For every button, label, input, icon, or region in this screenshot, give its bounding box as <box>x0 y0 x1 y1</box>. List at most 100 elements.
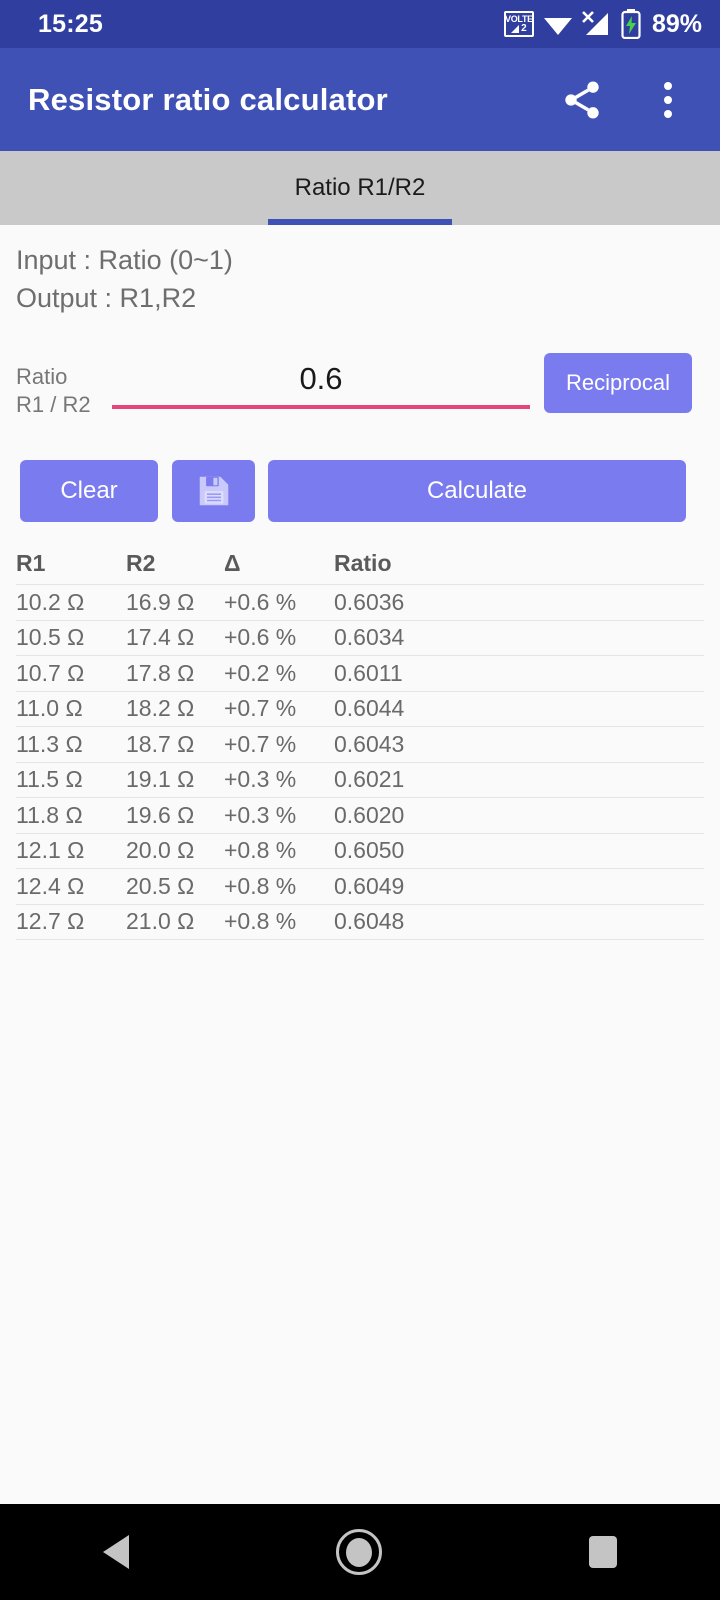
cell-r2: 18.7 Ω <box>126 730 195 757</box>
cell-delta: +0.8 % <box>224 837 297 864</box>
cell-delta: +0.8 % <box>224 908 297 935</box>
cell-delta: +0.3 % <box>224 801 297 828</box>
page-title: Resistor ratio calculator <box>28 81 388 117</box>
cell-r2: 20.5 Ω <box>126 872 195 899</box>
cell-delta: +0.8 % <box>224 872 297 899</box>
home-circle-icon[interactable] <box>335 1529 382 1575</box>
tab-label: Ratio R1/R2 <box>294 174 426 201</box>
signal-bars-mini-icon <box>511 24 520 33</box>
table-row: 11.0 Ω 18.2 Ω +0.7 % 0.6044 <box>16 692 704 727</box>
header-ratio: Ratio <box>334 550 392 576</box>
cell-delta: +0.7 % <box>224 730 297 757</box>
cell-ratio: 0.6043 <box>334 730 405 757</box>
cell-r1: 11.0 Ω <box>16 695 83 722</box>
overflow-menu-icon <box>664 81 672 118</box>
ratio-input-wrapper <box>112 353 530 409</box>
clear-button[interactable]: Clear <box>20 460 158 522</box>
cell-ratio: 0.6034 <box>334 624 405 651</box>
cell-r2: 16.9 Ω <box>126 588 195 615</box>
action-button-row: Clear Calculate <box>20 460 700 522</box>
android-navigation-bar <box>0 1504 720 1600</box>
save-floppy-icon <box>199 476 228 506</box>
results-table: R1 R2 Δ Ratio 10.2 Ω 16.9 Ω +0.6 % 0.6036 10… <box>16 543 704 940</box>
header-delta: Δ <box>224 550 241 576</box>
cell-r1: 11.3 Ω <box>16 730 83 757</box>
table-row: 11.8 Ω 19.6 Ω +0.3 % 0.6020 <box>16 798 704 834</box>
cell-delta: +0.2 % <box>224 659 297 686</box>
cell-r1: 12.7 Ω <box>16 908 85 935</box>
cell-r2: 19.1 Ω <box>126 766 195 793</box>
header-r2: R2 <box>126 550 156 576</box>
cell-r2: 17.4 Ω <box>126 624 195 651</box>
cell-ratio: 0.6011 <box>334 659 403 686</box>
calculate-button[interactable]: Calculate <box>268 460 686 522</box>
ratio-input[interactable] <box>112 353 530 409</box>
cell-r2: 21.0 Ω <box>126 908 195 935</box>
cell-ratio: 0.6044 <box>334 695 405 722</box>
cell-r1: 10.7 Ω <box>16 659 85 686</box>
status-bar: 15:25 VOLTE 2 89% <box>0 0 720 48</box>
cell-ratio: 0.6049 <box>334 872 405 899</box>
cell-r1: 10.2 Ω <box>16 588 85 615</box>
app-screen: 15:25 VOLTE 2 89% Resistor ratio calcula… <box>0 0 720 1600</box>
table-row: 11.3 Ω 18.7 Ω +0.7 % 0.6043 <box>16 727 704 763</box>
share-icon <box>565 80 599 119</box>
battery-percentage: 89% <box>651 9 702 38</box>
tab-ratio-r1-r2[interactable]: Ratio R1/R2 <box>268 151 452 225</box>
cell-r2: 19.6 Ω <box>126 801 195 828</box>
table-header-row: R1 R2 Δ Ratio <box>16 543 704 585</box>
input-description: Input : Ratio (0~1) <box>16 245 233 275</box>
cell-ratio: 0.6020 <box>334 801 405 828</box>
cell-delta: +0.3 % <box>224 766 297 793</box>
main-content: Input : Ratio (0~1) Output : R1,R2 Ratio… <box>0 225 720 1600</box>
cell-ratio: 0.6036 <box>334 588 405 615</box>
recents-square-icon[interactable] <box>588 1536 617 1568</box>
cell-r1: 11.5 Ω <box>16 766 83 793</box>
wifi-icon <box>543 18 572 35</box>
share-button[interactable] <box>554 72 610 128</box>
cell-r1: 12.4 Ω <box>16 872 85 899</box>
cell-delta: +0.6 % <box>224 624 297 651</box>
table-row: 11.5 Ω 19.1 Ω +0.3 % 0.6021 <box>16 763 704 798</box>
cell-r2: 18.2 Ω <box>126 695 195 722</box>
status-clock: 15:25 <box>38 9 103 38</box>
status-indicators: VOLTE 2 89% <box>503 9 702 39</box>
volte-icon: VOLTE 2 <box>503 11 534 37</box>
cell-r1: 12.1 Ω <box>16 837 85 864</box>
back-triangle-icon[interactable] <box>103 1535 130 1569</box>
reciprocal-button[interactable]: Reciprocal <box>544 353 692 413</box>
table-row: 12.1 Ω 20.0 Ω +0.8 % 0.6050 <box>16 834 704 869</box>
table-row: 12.7 Ω 21.0 Ω +0.8 % 0.6048 <box>16 905 704 940</box>
input-underline <box>112 405 530 409</box>
table-row: 10.7 Ω 17.8 Ω +0.2 % 0.6011 <box>16 656 704 692</box>
cell-ratio: 0.6050 <box>334 837 405 864</box>
cell-delta: +0.6 % <box>224 588 297 615</box>
ratio-input-label: Ratio R1 / R2 <box>0 353 98 419</box>
cell-ratio: 0.6048 <box>334 908 405 935</box>
cell-r1: 10.5 Ω <box>16 624 85 651</box>
cell-delta: +0.7 % <box>224 695 297 722</box>
header-r1: R1 <box>16 550 46 576</box>
volte-sim-indicator: 2 <box>511 22 527 34</box>
app-bar: Resistor ratio calculator <box>0 48 720 151</box>
io-description: Input : Ratio (0~1) Output : R1,R2 <box>0 225 720 318</box>
volte-label: VOLTE <box>505 13 533 24</box>
cell-r2: 17.8 Ω <box>126 659 195 686</box>
save-button[interactable] <box>172 460 255 522</box>
table-row: 12.4 Ω 20.5 Ω +0.8 % 0.6049 <box>16 869 704 905</box>
table-body: 10.2 Ω 16.9 Ω +0.6 % 0.6036 10.5 Ω 17.4 Ω +0.6… <box>16 585 704 940</box>
ratio-label-line2: R1 / R2 <box>16 392 91 418</box>
signal-no-service-icon <box>582 11 608 35</box>
cell-r1: 11.8 Ω <box>16 801 83 828</box>
battery-charging-icon <box>621 9 641 39</box>
ratio-label-line1: Ratio <box>16 364 68 389</box>
app-bar-actions <box>554 72 696 128</box>
cell-ratio: 0.6021 <box>334 766 405 793</box>
cell-r2: 20.0 Ω <box>126 837 195 864</box>
tab-bar: Ratio R1/R2 <box>0 151 720 225</box>
ratio-input-row: Ratio R1 / R2 Reciprocal <box>0 353 720 433</box>
volte-sim-number: 2 <box>521 22 527 34</box>
overflow-menu-button[interactable] <box>640 72 696 128</box>
table-row: 10.2 Ω 16.9 Ω +0.6 % 0.6036 <box>16 585 704 621</box>
output-description: Output : R1,R2 <box>16 283 197 314</box>
